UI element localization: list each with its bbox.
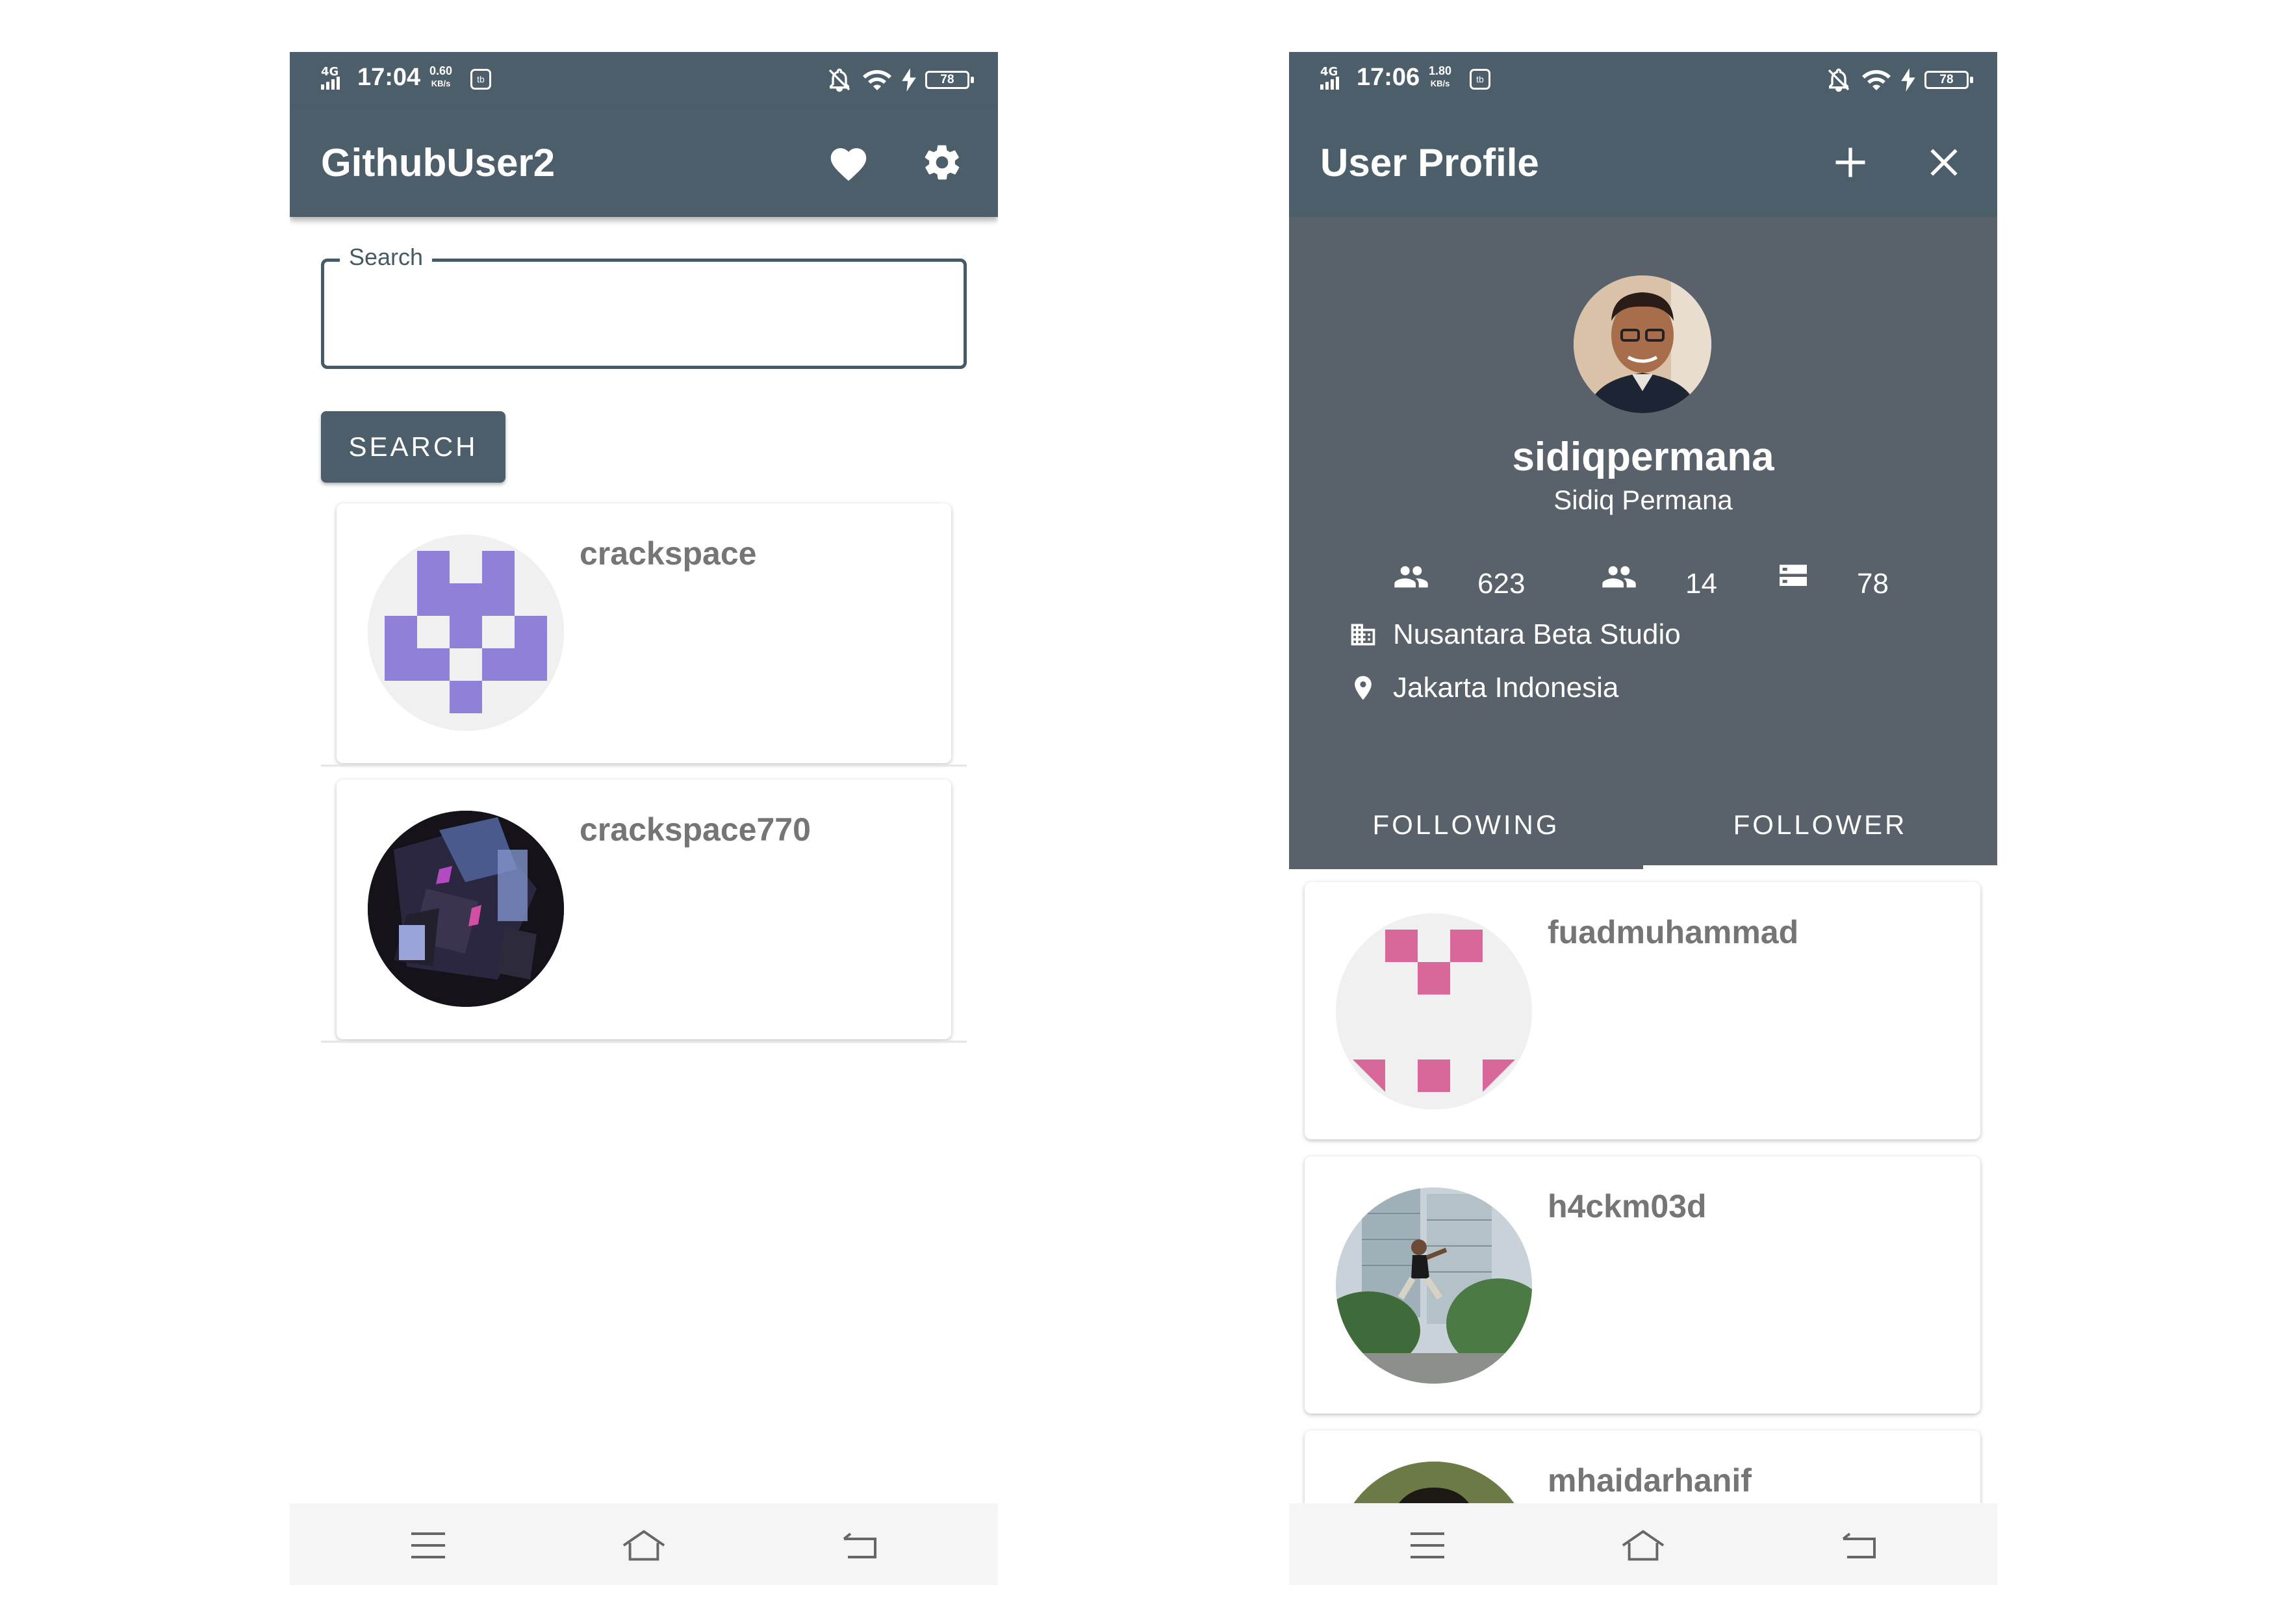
tab-following[interactable]: FOLLOWING — [1289, 806, 1643, 869]
search-input[interactable]: Search — [321, 244, 967, 369]
wifi-icon — [1862, 70, 1891, 90]
profile-fullname: Sidiq Permana — [1553, 485, 1733, 515]
navigation-bar — [1289, 1503, 1997, 1585]
search-label: Search — [340, 244, 433, 271]
status-icons: 78 — [1826, 66, 1973, 94]
user-card[interactable]: crackspace — [337, 503, 951, 763]
battery-indicator: 78 — [925, 71, 974, 89]
username: fuadmuhammad — [1548, 914, 1799, 950]
speed-value: 1.80 — [1429, 64, 1452, 77]
follower-card[interactable]: fuadmuhammad — [1305, 882, 1980, 1139]
plus-icon — [1835, 147, 1865, 177]
user-card[interactable]: crackspace770 — [337, 780, 951, 1039]
search-button[interactable]: SEARCH — [321, 411, 505, 483]
app-bar: GithubUser2 — [290, 108, 998, 217]
profile-username: sidiqpermana — [1512, 435, 1774, 479]
company-text: Nusantara Beta Studio — [1393, 618, 1681, 650]
photo-avatar — [1336, 1187, 1532, 1384]
status-time: 17:04 — [357, 64, 421, 91]
favorite-button[interactable] — [821, 135, 876, 190]
status-bar: 4G 17:06 1.80 KB/s tb 78 — [1289, 52, 1997, 108]
app-bar: User Profile — [1289, 108, 1997, 217]
profile-photo — [1574, 275, 1711, 413]
identicon-avatar — [368, 535, 564, 731]
location-pin-icon — [1355, 676, 1372, 700]
close-icon — [1930, 149, 1958, 176]
home-icon — [622, 1530, 665, 1561]
app-title: GithubUser2 — [321, 141, 556, 184]
menu-icon — [411, 1532, 445, 1558]
search-screen: 4G 17:04 0.60 KB/s tb 78 GithubUser2 Sea… — [290, 52, 998, 1585]
status-time: 17:06 — [1357, 64, 1420, 91]
avatar — [1336, 1187, 1532, 1384]
company-icon — [1351, 624, 1375, 646]
followers-count: 623 — [1477, 568, 1526, 600]
menu-button[interactable] — [405, 1523, 451, 1568]
back-button[interactable] — [837, 1523, 882, 1568]
menu-icon — [1411, 1532, 1444, 1558]
signal-icon: 4G — [1320, 65, 1339, 90]
svg-text:4G: 4G — [321, 65, 339, 79]
charging-icon — [902, 68, 916, 92]
network-speed: 1.80 KB/s — [1429, 65, 1451, 90]
divider — [321, 765, 967, 767]
username: h4ckm03d — [1548, 1188, 1707, 1224]
username: crackspace770 — [580, 811, 811, 848]
home-button[interactable] — [1620, 1523, 1666, 1568]
tab-follower[interactable]: FOLLOWER — [1643, 806, 1997, 869]
battery-indicator: 78 — [1924, 71, 1973, 89]
status-icons: 78 — [826, 66, 974, 94]
heart-icon — [830, 148, 867, 181]
menu-button[interactable] — [1405, 1523, 1450, 1568]
profile-avatar — [1574, 275, 1711, 413]
network-speed: 0.60 KB/s — [429, 65, 452, 90]
follower-card[interactable]: h4ckm03d — [1305, 1156, 1980, 1414]
tab-indicator — [1643, 865, 1997, 869]
repositories-count: 78 — [1857, 568, 1889, 600]
username: crackspace — [580, 535, 757, 572]
wifi-icon — [863, 70, 891, 90]
identicon-avatar — [1336, 913, 1532, 1110]
gear-icon — [925, 145, 960, 180]
storage-icon — [1780, 565, 1807, 586]
notification-app-icon: tb — [470, 69, 491, 90]
divider — [321, 1041, 967, 1043]
speed-value: 0.60 — [429, 64, 453, 77]
navigation-bar — [290, 1503, 998, 1585]
charging-icon — [1901, 68, 1915, 92]
profile-screen: 4G 17:06 1.80 KB/s tb 78 User Profile si… — [1289, 52, 1997, 1585]
close-button[interactable] — [1917, 135, 1971, 190]
username: mhaidarhanif — [1548, 1462, 1752, 1499]
avatar — [1336, 913, 1532, 1110]
mute-bell-icon — [1828, 68, 1850, 92]
home-icon — [1622, 1530, 1665, 1561]
people-icon — [1602, 566, 1636, 588]
add-favorite-button[interactable] — [1823, 135, 1878, 190]
location-text: Jakarta Indonesia — [1393, 672, 1619, 704]
people-icon — [1394, 566, 1428, 588]
signal-icon: 4G — [321, 65, 340, 90]
settings-button[interactable] — [915, 135, 969, 190]
following-count: 14 — [1685, 568, 1717, 600]
mute-bell-icon — [828, 68, 850, 92]
notification-app-icon: tb — [1470, 69, 1490, 90]
speed-unit: KB/s — [1430, 79, 1450, 88]
status-bar: 4G 17:04 0.60 KB/s tb 78 — [290, 52, 998, 108]
back-button[interactable] — [1836, 1523, 1882, 1568]
avatar — [368, 535, 564, 731]
home-button[interactable] — [621, 1523, 667, 1568]
photo-avatar — [368, 811, 564, 1007]
avatar — [368, 811, 564, 1007]
back-icon — [843, 1532, 876, 1558]
profile-header: sidiqpermana Sidiq Permana 623 14 78 Nus… — [1289, 217, 1997, 869]
speed-unit: KB/s — [431, 79, 451, 88]
back-icon — [1842, 1532, 1876, 1558]
svg-text:4G: 4G — [1320, 65, 1338, 79]
app-title: User Profile — [1320, 141, 1539, 184]
